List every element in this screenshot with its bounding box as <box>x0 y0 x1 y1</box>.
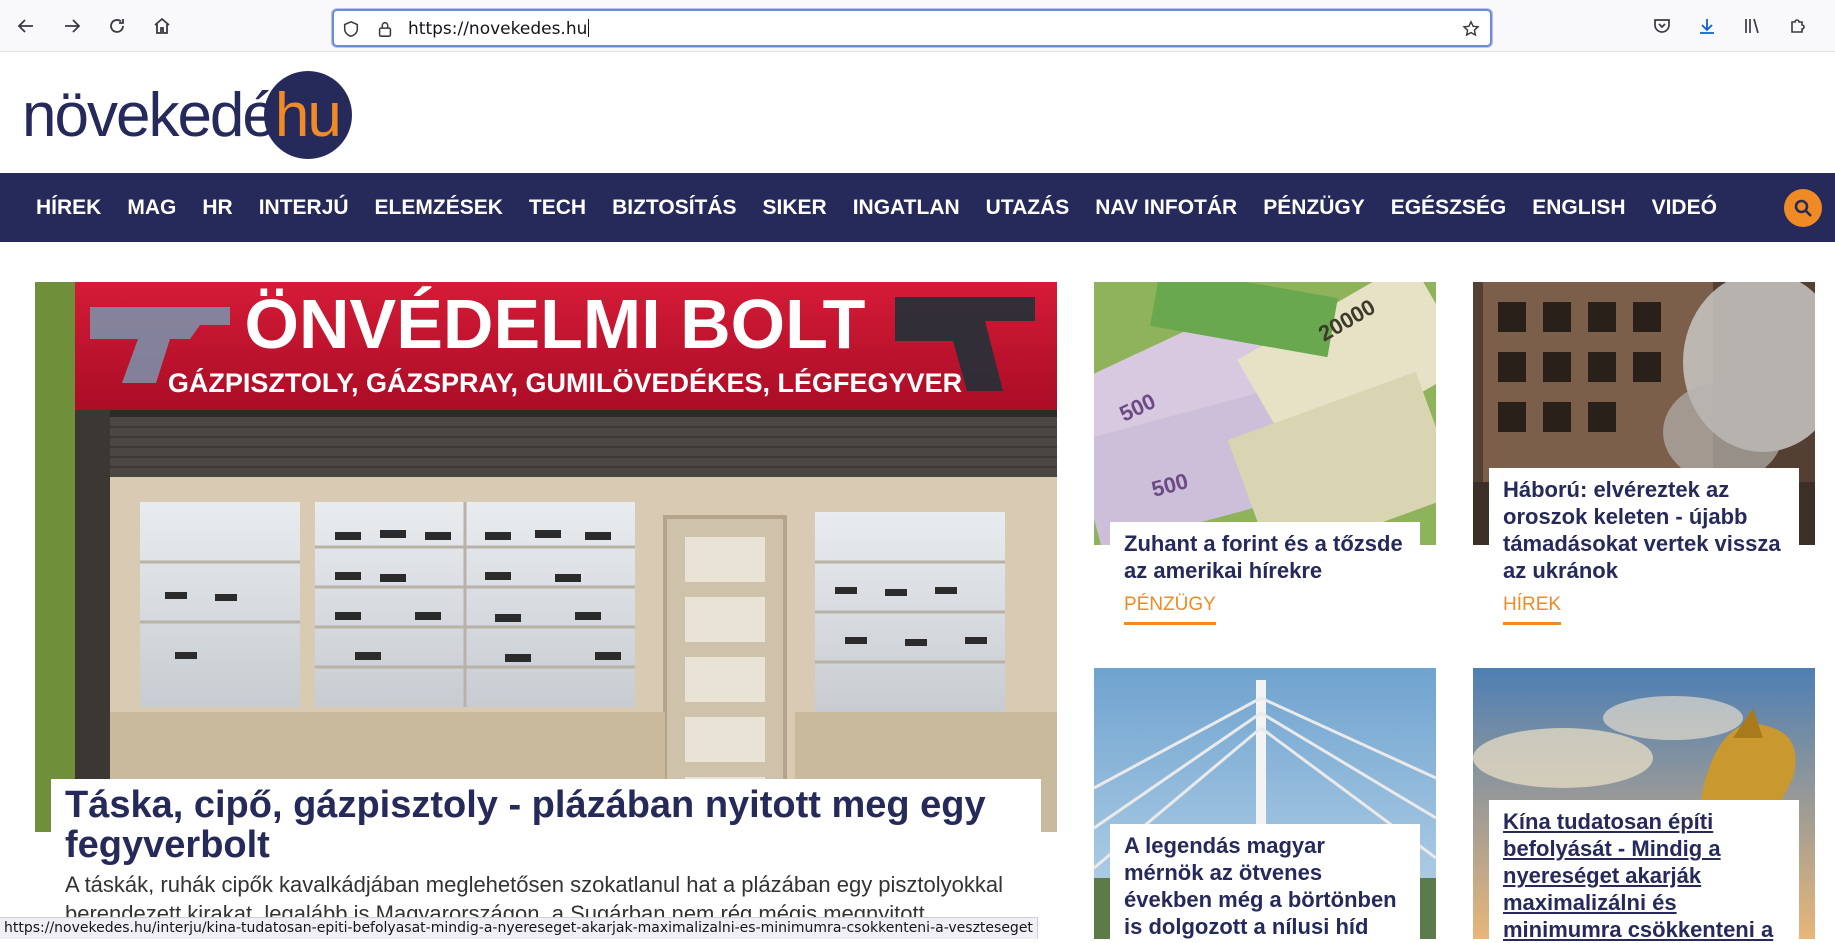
url-bar[interactable]: https://novekedes.hu <box>332 9 1492 47</box>
back-button[interactable] <box>10 10 42 42</box>
pocket-icon <box>1654 19 1670 33</box>
downloads-button[interactable] <box>1691 10 1723 42</box>
tracking-shield-icon[interactable] <box>340 18 362 40</box>
card-4-title[interactable]: Kína tudatosan építi befolyását - Mindig… <box>1503 808 1785 943</box>
download-icon <box>1700 19 1714 34</box>
nav-item-3[interactable]: HR <box>202 196 232 220</box>
nav-item-10[interactable]: UTAZÁS <box>986 196 1070 220</box>
gun-shop-illustration: ÖNVÉDELMI BOLT GÁZPISZTOLY, GÁZSPRAY, GU… <box>35 282 1057 832</box>
card-1-title[interactable]: Zuhant a forint és a tőzsde az amerikai … <box>1124 530 1406 584</box>
nav-item-5[interactable]: ELEMZÉSEK <box>375 196 503 220</box>
nav-item-6[interactable]: TECH <box>529 196 586 220</box>
card-3-title-box[interactable]: A legendás magyar mérnök az ötvenes évek… <box>1110 824 1420 939</box>
logo-text: növekedés <box>22 80 306 150</box>
sign-sub-text: GÁZPISZTOLY, GÁZSPRAY, GUMILÖVEDÉKES, LÉ… <box>168 367 962 398</box>
bookmark-star-icon[interactable] <box>1460 18 1482 40</box>
lock-icon[interactable] <box>374 18 396 40</box>
reload-icon <box>110 19 124 33</box>
hero-image[interactable]: ÖNVÉDELMI BOLT GÁZPISZTOLY, GÁZSPRAY, GU… <box>35 282 1057 832</box>
logo-hu: hu <box>274 80 342 150</box>
sign-main-text: ÖNVÉDELMI BOLT <box>245 285 866 363</box>
text-caret <box>588 19 590 37</box>
main-navigation: HÍREK MAG HR INTERJÚ ELEMZÉSEK TECH BIZTOSÍTÁS… <box>0 173 1835 242</box>
reload-button[interactable] <box>101 10 133 42</box>
nav-items: HÍREK MAG HR INTERJÚ ELEMZÉSEK TECH BIZTOSÍTÁS… <box>23 173 1730 242</box>
search-button[interactable] <box>1784 189 1822 227</box>
extensions-button[interactable] <box>1782 10 1814 42</box>
nav-item-14[interactable]: ENGLISH <box>1532 196 1625 220</box>
site-logo[interactable]: növekedés hu <box>22 67 352 163</box>
nav-item-9[interactable]: INGATLAN <box>853 196 960 220</box>
nav-item-8[interactable]: SIKER <box>763 196 827 220</box>
money-illustration: 500 500 20000 <box>1094 282 1436 545</box>
hero-title-box[interactable]: Táska, cipő, gázpisztoly - plázában nyit… <box>51 779 1041 869</box>
library-button[interactable] <box>1736 10 1768 42</box>
forward-button[interactable] <box>56 10 88 42</box>
nav-item-2[interactable]: MAG <box>127 196 176 220</box>
card-4-title-box[interactable]: Kína tudatosan építi befolyását - Mindig… <box>1489 800 1799 942</box>
logo-circle: hu <box>263 71 352 159</box>
home-icon <box>154 17 170 34</box>
nav-item-1[interactable]: HÍREK <box>36 196 101 220</box>
card-1-image[interactable]: 500 500 20000 <box>1094 282 1436 545</box>
puzzle-icon <box>1791 19 1805 33</box>
search-icon <box>1794 199 1812 217</box>
card-2-title-box[interactable]: Háború: elvéreztek az oroszok keleten - … <box>1489 468 1799 583</box>
status-bar-url: https://novekedes.hu/interju/kina-tudato… <box>0 917 1038 939</box>
nav-item-15[interactable]: VIDEÓ <box>1652 196 1717 220</box>
nav-item-7[interactable]: BIZTOSÍTÁS <box>612 196 736 220</box>
card-3-title[interactable]: A legendás magyar mérnök az ötvenes évek… <box>1124 832 1406 940</box>
nav-item-12[interactable]: PÉNZÜGY <box>1263 196 1365 220</box>
card-2-title[interactable]: Háború: elvéreztek az oroszok keleten - … <box>1503 476 1785 584</box>
home-button[interactable] <box>146 10 178 42</box>
nav-item-11[interactable]: NAV INFOTÁR <box>1095 196 1237 220</box>
library-icon <box>1745 18 1759 34</box>
card-2-category[interactable]: HÍREK <box>1503 594 1562 625</box>
card-1-category[interactable]: PÉNZÜGY <box>1124 594 1216 625</box>
browser-toolbar: https://novekedes.hu <box>0 0 1835 52</box>
arrow-right-icon <box>65 19 81 33</box>
site-header: növekedés hu <box>0 53 1835 173</box>
nav-item-13[interactable]: EGÉSZSÉG <box>1391 196 1507 220</box>
nav-item-4[interactable]: INTERJÚ <box>259 196 349 220</box>
arrow-left-icon <box>17 19 33 33</box>
pocket-button[interactable] <box>1646 10 1678 42</box>
url-input[interactable]: https://novekedes.hu <box>408 19 590 39</box>
hero-title[interactable]: Táska, cipő, gázpisztoly - plázában nyit… <box>65 785 1027 865</box>
